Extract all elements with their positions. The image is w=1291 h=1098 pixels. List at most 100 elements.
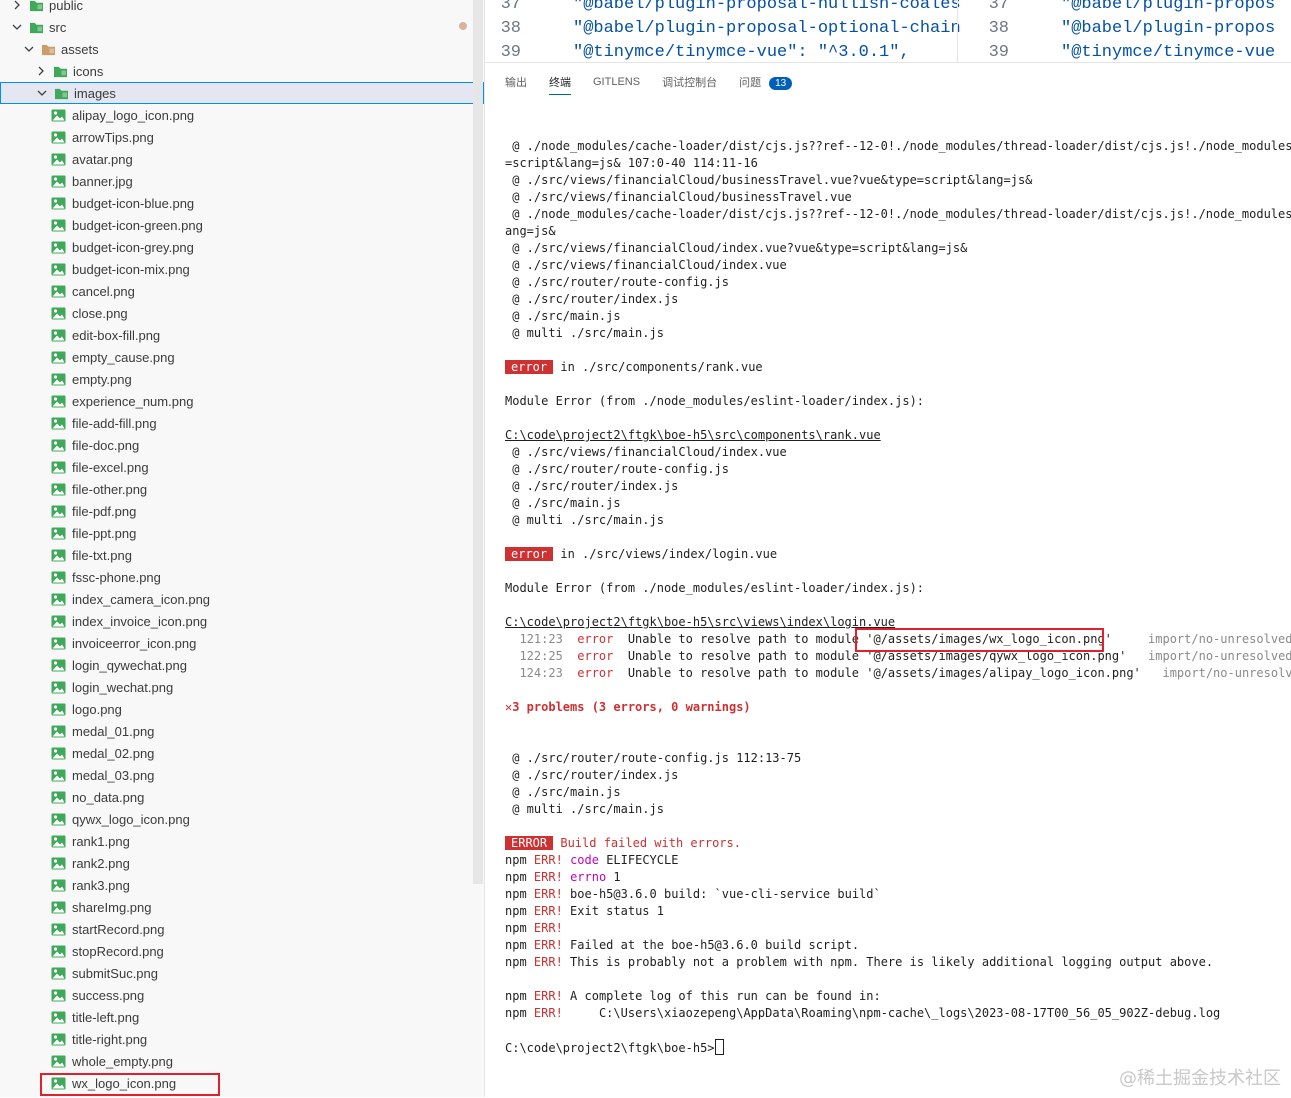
terminal-line: @ ./node_modules/cache-loader/dist/cjs.j… <box>505 206 1291 223</box>
image-file-icon <box>50 812 66 826</box>
file-item[interactable]: file-doc.png <box>0 434 484 456</box>
file-item[interactable]: edit-box-fill.png <box>0 324 484 346</box>
npm-err-tag: ERR! <box>533 887 563 901</box>
explorer-scrollbar[interactable] <box>473 0 483 884</box>
file-item[interactable]: budget-icon-blue.png <box>0 192 484 214</box>
folder-icons[interactable]: icons <box>0 60 484 82</box>
file-item[interactable]: qywx_logo_icon.png <box>0 808 484 830</box>
image-file-icon <box>50 592 66 606</box>
image-file-icon <box>50 1010 66 1024</box>
file-item[interactable]: avatar.png <box>0 148 484 170</box>
lint-level: error <box>577 632 614 646</box>
file-item[interactable]: medal_02.png <box>0 742 484 764</box>
file-item[interactable]: file-txt.png <box>0 544 484 566</box>
file-item[interactable]: file-pdf.png <box>0 500 484 522</box>
file-item[interactable]: close.png <box>0 302 484 324</box>
file-label: empty.png <box>72 371 132 387</box>
tab-1[interactable]: 终端 <box>549 74 571 95</box>
file-item[interactable]: budget-icon-grey.png <box>0 236 484 258</box>
file-item[interactable]: experience_num.png <box>0 390 484 412</box>
explorer-panel: public src assets icons images alipay_logo_ic… <box>0 0 485 1097</box>
folder-public[interactable]: public <box>0 0 484 16</box>
code-line[interactable]: "@babel/plugin-propos <box>1061 0 1275 19</box>
terminal-text: @ ./src/router/index.js <box>505 292 679 306</box>
file-path-link: C:\code\project2\ftgk\boe-h5\src\compone… <box>505 428 881 442</box>
file-item[interactable]: banner.jpg <box>0 170 484 192</box>
file-item[interactable]: submitSuc.png <box>0 962 484 984</box>
file-item[interactable]: startRecord.png <box>0 918 484 940</box>
folder-label: public <box>49 0 83 13</box>
file-item[interactable]: cancel.png <box>0 280 484 302</box>
tab-2[interactable]: GITLENS <box>593 76 640 92</box>
file-label: edit-box-fill.png <box>72 327 161 343</box>
tab-0[interactable]: 输出 <box>505 74 527 94</box>
file-item[interactable]: empty.png <box>0 368 484 390</box>
file-item[interactable]: medal_01.png <box>0 720 484 742</box>
file-label: qywx_logo_icon.png <box>72 811 190 827</box>
file-item[interactable]: success.png <box>0 984 484 1006</box>
code-line[interactable]: "@tinymce/tinymce-vue": "^3.0.1", <box>573 43 910 62</box>
image-file-icon <box>50 614 66 628</box>
file-item[interactable]: invoiceerror_icon.png <box>0 632 484 654</box>
tab-3[interactable]: 调试控制台 <box>662 74 717 94</box>
file-item[interactable]: file-ppt.png <box>0 522 484 544</box>
file-item[interactable]: alipay_logo_icon.png <box>0 104 484 126</box>
file-label: experience_num.png <box>72 393 194 409</box>
npm-err-tag: ERR! <box>533 904 563 918</box>
file-item[interactable]: shareImg.png <box>0 896 484 918</box>
lint-module-path: '@/assets/images/alipay_logo_icon.png' <box>866 666 1141 680</box>
terminal-text: @ ./node_modules/cache-loader/dist/cjs.j… <box>512 207 1291 221</box>
file-item[interactable]: stopRecord.png <box>0 940 484 962</box>
file-item[interactable]: title-left.png <box>0 1006 484 1028</box>
file-item[interactable]: wx_logo_icon.png <box>0 1072 484 1094</box>
file-item[interactable]: budget-icon-mix.png <box>0 258 484 280</box>
file-item[interactable]: file-excel.png <box>0 456 484 478</box>
folder-src[interactable]: src <box>0 16 484 38</box>
lint-row: 124:23 error Unable to resolve path to m… <box>505 665 1291 682</box>
file-item[interactable]: medal_03.png <box>0 764 484 786</box>
editor-split-divider[interactable] <box>957 0 958 62</box>
code-line[interactable]: "@babel/plugin-proposal-optional-chain <box>573 19 961 43</box>
file-item[interactable]: rank2.png <box>0 852 484 874</box>
file-item[interactable]: arrowTips.png <box>0 126 484 148</box>
file-item[interactable]: whole_empty.png <box>0 1050 484 1072</box>
file-item[interactable]: index_camera_icon.png <box>0 588 484 610</box>
file-item[interactable]: file-add-fill.png <box>0 412 484 434</box>
file-item[interactable]: rank3.png <box>0 874 484 896</box>
tab-4[interactable]: 问题 13 <box>739 74 793 94</box>
folder-assets[interactable]: assets <box>0 38 484 60</box>
file-item[interactable]: file-other.png <box>0 478 484 500</box>
file-item[interactable]: index_invoice_icon.png <box>0 610 484 632</box>
file-item[interactable]: budget-icon-green.png <box>0 214 484 236</box>
code-line[interactable]: "@tinymce/tinymce-vue <box>1061 43 1275 62</box>
file-label: cancel.png <box>72 283 135 299</box>
npm-prefix: npm <box>505 1006 527 1020</box>
file-item[interactable]: logo.png <box>0 698 484 720</box>
file-item[interactable]: no_data.png <box>0 786 484 808</box>
npm-line: npm ERR! C:\Users\xiaozepeng\AppData\Roa… <box>505 1005 1291 1022</box>
problems-count-badge: 13 <box>769 77 793 90</box>
terminal-text: @ ./src/views/financialCloud/businessTra… <box>505 190 852 204</box>
folder-images[interactable]: images <box>0 82 484 104</box>
file-item[interactable]: empty_cause.png <box>0 346 484 368</box>
code-line[interactable]: "@babel/plugin-proposal-nullish-coales <box>573 0 961 19</box>
code-line[interactable]: "@babel/plugin-propos <box>1061 19 1275 43</box>
file-item[interactable]: login_wechat.png <box>0 676 484 698</box>
file-item[interactable]: title-right.png <box>0 1028 484 1050</box>
image-file-icon <box>50 746 66 760</box>
file-item[interactable]: login_qywechat.png <box>0 654 484 676</box>
npm-text: A complete log of this run can be found … <box>562 989 881 1003</box>
file-item[interactable]: rank1.png <box>0 830 484 852</box>
build-error-badge: ERROR <box>505 836 554 850</box>
file-item[interactable]: fssc-phone.png <box>0 566 484 588</box>
diff-editor[interactable]: 37 "@babel/plugin-proposal-nullish-coales… <box>485 0 1291 62</box>
file-label: whole_empty.png <box>72 1053 173 1069</box>
terminal-output[interactable]: @ ./node_modules/cache-loader/dist/cjs.j… <box>505 138 1291 1098</box>
terminal-line: Module Error (from ./node_modules/eslint… <box>505 393 1291 410</box>
